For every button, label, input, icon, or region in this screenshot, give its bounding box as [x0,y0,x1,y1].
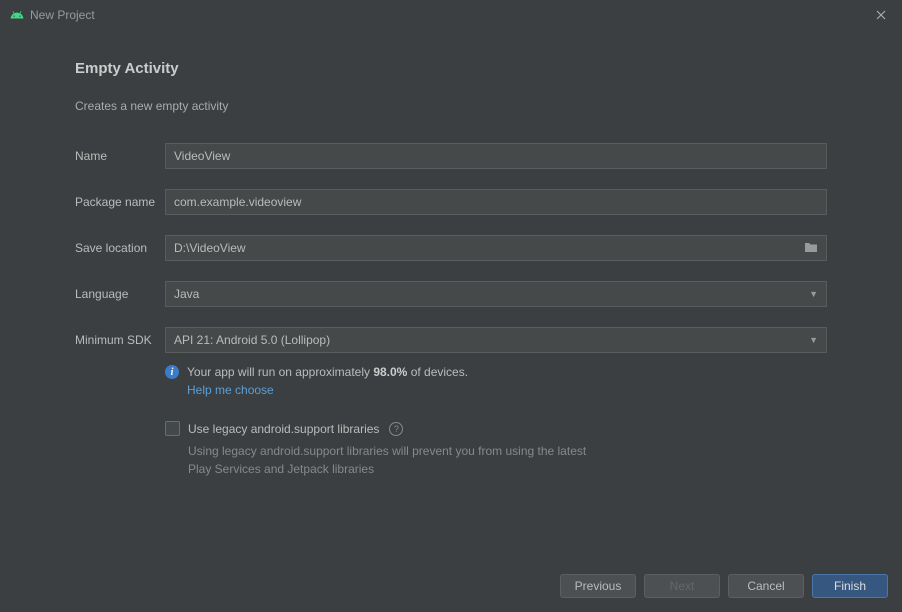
legacy-libraries-label: Use legacy android.support libraries [188,422,379,436]
name-row: Name [75,143,827,169]
browse-folder-icon[interactable] [796,241,826,256]
package-name-input[interactable] [165,189,827,215]
next-button: Next [644,574,720,598]
package-name-row: Package name [75,189,827,215]
minimum-sdk-label: Minimum SDK [75,333,165,347]
save-location-row: Save location [75,235,827,261]
page-heading: Empty Activity [75,60,827,77]
language-label: Language [75,287,165,301]
previous-button[interactable]: Previous [560,574,636,598]
name-input[interactable] [165,143,827,169]
close-icon[interactable] [870,5,892,25]
save-location-label: Save location [75,241,165,255]
titlebar: New Project [0,0,902,30]
chevron-down-icon: ▼ [809,289,818,299]
language-select[interactable]: Java ▼ [165,281,827,307]
info-icon: i [165,365,179,379]
content-area: Empty Activity Creates a new empty activ… [0,30,902,478]
legacy-libraries-hint: Using legacy android.support libraries w… [188,442,588,478]
package-name-label: Package name [75,195,165,209]
finish-button[interactable]: Finish [812,574,888,598]
minimum-sdk-row: Minimum SDK API 21: Android 5.0 (Lollipo… [75,327,827,353]
minimum-sdk-value: API 21: Android 5.0 (Lollipop) [174,333,330,347]
help-me-choose-link[interactable]: Help me choose [187,383,274,397]
save-location-input[interactable] [166,241,796,255]
sdk-info-text: i Your app will run on approximately 98.… [165,365,827,379]
page-subheading: Creates a new empty activity [75,99,827,113]
button-bar: Previous Next Cancel Finish [560,574,888,598]
window-title: New Project [30,8,95,22]
help-icon[interactable]: ? [389,422,403,436]
cancel-button[interactable]: Cancel [728,574,804,598]
legacy-libraries-checkbox[interactable] [165,421,180,436]
name-label: Name [75,149,165,163]
language-value: Java [174,287,199,301]
android-icon [10,8,24,22]
chevron-down-icon: ▼ [809,335,818,345]
minimum-sdk-select[interactable]: API 21: Android 5.0 (Lollipop) ▼ [165,327,827,353]
sdk-info-section: i Your app will run on approximately 98.… [165,365,827,399]
language-row: Language Java ▼ [75,281,827,307]
legacy-libraries-row: Use legacy android.support libraries ? [165,421,827,436]
save-location-field [165,235,827,261]
